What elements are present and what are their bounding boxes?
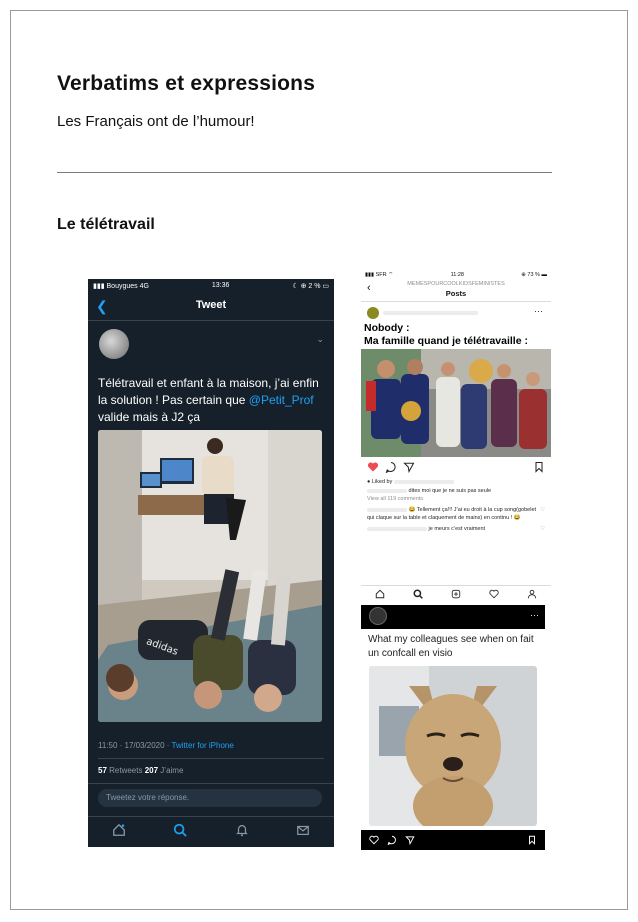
header-title: Tweet — [195, 299, 227, 311]
share-icon[interactable] — [403, 461, 415, 473]
bottom-nav — [88, 816, 334, 847]
post-user-row: ··· — [361, 302, 551, 322]
bookmark-icon[interactable] — [533, 461, 545, 473]
tweet-header: ❮ Tweet — [88, 292, 334, 321]
tweet-source-link[interactable]: Twitter for iPhone — [172, 741, 234, 750]
status-time: 13:36 — [211, 282, 230, 289]
status-time: 11:28 — [450, 271, 464, 278]
heart-icon[interactable]: ♡ — [540, 506, 545, 514]
more-icon[interactable]: ··· — [534, 306, 543, 316]
horizontal-divider — [57, 172, 552, 173]
comment: ♡ 😂 Tellement ça!!! J’ai eu droit à la c… — [367, 506, 545, 521]
heart-icon[interactable]: ♡ — [540, 525, 545, 533]
page-subtitle: Les Français ont de l’humour! — [57, 113, 255, 130]
status-bar: ▮▮▮ Bouygues 4G 13:36 ☾ ⊕ 2 % ▭ — [88, 279, 334, 292]
twitter-screenshot: ▮▮▮ Bouygues 4G 13:36 ☾ ⊕ 2 % ▭ ❮ Tweet … — [88, 279, 334, 847]
view-all-comments[interactable]: View all 119 comments — [361, 495, 551, 503]
section-title: Le télétravail — [57, 216, 155, 233]
home-icon[interactable] — [375, 586, 385, 604]
signal-icon: ▮▮▮ — [93, 282, 105, 290]
ig-header: ‹ MEMESPOURCOOLKIDSFEMINISTES Posts — [361, 279, 551, 302]
tweet-timestamp: 11:50 · 17/03/2020 · Twitter for iPhone — [98, 741, 234, 750]
comment-icon[interactable] — [385, 461, 397, 473]
chevron-down-icon[interactable]: ⌄ — [316, 334, 324, 345]
search-icon[interactable] — [173, 823, 187, 842]
post-photo[interactable] — [361, 349, 551, 457]
status-carrier: ▮▮▮ Bouygues 4G — [93, 282, 149, 290]
post-actions — [361, 457, 551, 477]
status-bar: ▮▮▮ SFR ⌔ 11:28 ⊕ 73 % ▬ — [361, 270, 551, 279]
tweet-stats: 57 Retweets 207 J’aime — [98, 766, 184, 775]
marching-band-photo — [361, 349, 551, 457]
heart-icon[interactable] — [489, 586, 499, 604]
meme-header: ··· — [361, 605, 545, 629]
kids-on-floor-photo: adidas — [98, 430, 322, 722]
retweet-count[interactable]: 57 — [98, 766, 107, 775]
squinting-dog-image — [369, 666, 537, 826]
post-caption: Nobody : Ma famille quand je télétravail… — [364, 322, 528, 347]
divider — [88, 783, 334, 784]
bell-icon[interactable] — [235, 823, 249, 842]
dog-photo[interactable] — [369, 666, 537, 826]
meme-actions — [361, 830, 545, 850]
avatar[interactable] — [99, 329, 129, 359]
status-carrier: ▮▮▮ SFR ⌔ — [365, 272, 394, 278]
comment-icon[interactable] — [387, 835, 397, 845]
reply-input[interactable]: Tweetez votre réponse. — [98, 789, 322, 807]
comment: ♡ je meurs c’est vraiment — [361, 525, 551, 533]
mail-icon[interactable] — [296, 823, 310, 842]
account-name[interactable]: MEMESPOURCOOLKIDSFEMINISTES — [361, 281, 551, 287]
avatar[interactable] — [367, 307, 379, 319]
heart-icon[interactable] — [369, 835, 379, 845]
bottom-nav — [361, 585, 551, 604]
search-icon[interactable] — [413, 586, 423, 604]
liked-by: ● Liked by — [361, 477, 551, 487]
heart-icon[interactable] — [367, 461, 379, 473]
more-icon[interactable]: ··· — [530, 610, 539, 620]
instagram-screenshot: ▮▮▮ SFR ⌔ 11:28 ⊕ 73 % ▬ ‹ MEMESPOURCOOL… — [361, 270, 551, 604]
status-battery: ⊕ 73 % ▬ — [521, 271, 547, 278]
meme-caption: What my colleagues see when on fait un c… — [368, 634, 534, 659]
comment: dites moi que je ne suis pas seule — [361, 487, 551, 495]
mention-link[interactable]: @Petit_Prof — [249, 393, 314, 407]
profile-icon[interactable] — [527, 586, 537, 604]
tweet-text: Télétravail et enfant à la maison, j’ai … — [98, 376, 319, 424]
tweet-photo[interactable]: adidas — [98, 430, 322, 722]
status-battery: ☾ ⊕ 2 % ▭ — [292, 282, 329, 290]
meme-screenshot: ··· What my colleagues see when on fait … — [361, 605, 545, 850]
blurred-username — [383, 311, 478, 315]
share-icon[interactable] — [405, 835, 415, 845]
like-count[interactable]: 207 — [145, 766, 158, 775]
home-icon[interactable] — [112, 823, 126, 842]
divider — [98, 758, 324, 759]
avatar[interactable] — [369, 607, 387, 625]
add-post-icon[interactable] — [451, 586, 461, 604]
header-title: Posts — [445, 289, 467, 298]
page-title: Verbatims et expressions — [57, 72, 316, 95]
bookmark-icon[interactable] — [527, 835, 537, 845]
